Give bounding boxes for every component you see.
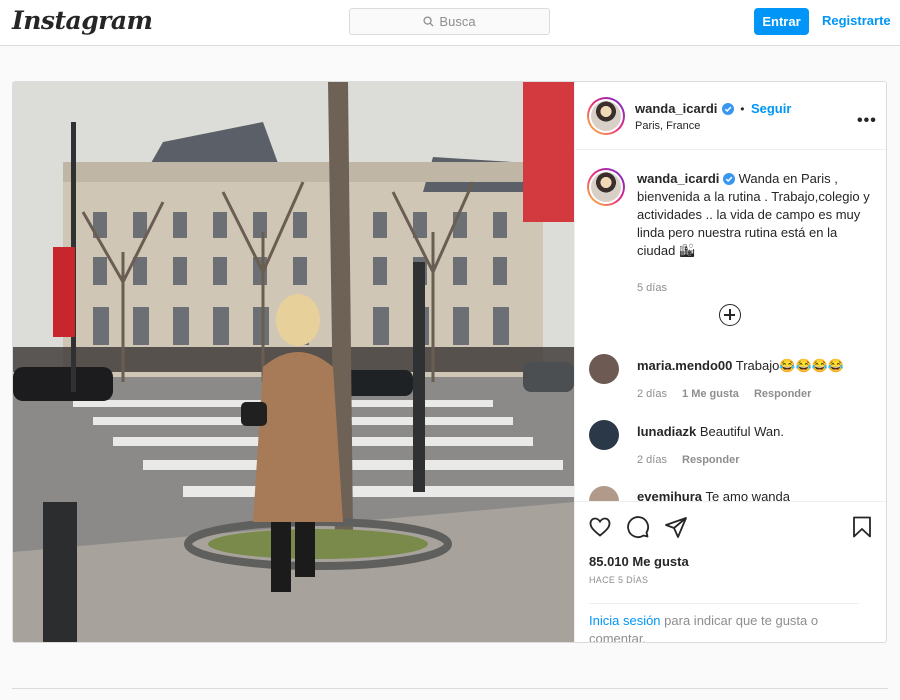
- comment-likes[interactable]: 1 Me gusta: [682, 388, 739, 400]
- bookmark-icon[interactable]: [849, 514, 875, 540]
- login-link[interactable]: Inicia sesión: [589, 613, 661, 628]
- search-placeholder: Busca: [439, 14, 476, 29]
- reply-button[interactable]: Responder: [682, 454, 739, 466]
- heart-icon[interactable]: [587, 514, 613, 540]
- comment-item: evemihura Te amo wanda: [637, 489, 877, 501]
- caption-time: 5 días: [637, 282, 667, 294]
- comment-item: lunadiazk Beautiful Wan.: [637, 424, 877, 439]
- post-location[interactable]: Paris, France: [635, 120, 700, 132]
- comment-time: 2 días: [637, 454, 667, 466]
- comment-text: Trabajo😂😂😂😂: [735, 358, 845, 373]
- comment-text: Beautiful Wan.: [699, 424, 784, 439]
- post-card: wanda_icardi • Seguir Paris, France ••• …: [12, 81, 887, 643]
- comment-time: 2 días: [637, 388, 667, 400]
- register-link[interactable]: Registrarte: [822, 13, 891, 28]
- comment-avatar[interactable]: [589, 354, 619, 384]
- separator-dot: •: [740, 102, 745, 116]
- caption-avatar[interactable]: [587, 168, 625, 206]
- post-photo[interactable]: [13, 82, 574, 642]
- post-photo-illustration: [13, 82, 574, 642]
- comment-icon[interactable]: [625, 514, 651, 540]
- post-time: HACE 5 DÍAS: [589, 575, 649, 585]
- comments-section[interactable]: wanda_icardi Wanda en Paris , bienvenida…: [575, 151, 886, 501]
- author-username[interactable]: wanda_icardi: [635, 101, 717, 116]
- post-side-panel: wanda_icardi • Seguir Paris, France ••• …: [574, 82, 886, 642]
- instagram-logo[interactable]: Instagram: [12, 6, 153, 35]
- more-options-icon[interactable]: •••: [857, 112, 877, 130]
- verified-badge-icon: [721, 103, 734, 115]
- search-icon: [423, 16, 434, 27]
- comment-item: maria.mendo00 Trabajo😂😂😂😂: [637, 358, 877, 374]
- caption: wanda_icardi Wanda en Paris , bienvenida…: [637, 170, 877, 260]
- footer-divider: [12, 688, 888, 689]
- comment-text: Te amo wanda: [705, 489, 790, 501]
- post-actions: 85.010 Me gusta HACE 5 DÍAS Inicia sesió…: [575, 501, 886, 642]
- verified-badge-icon: [723, 173, 735, 185]
- comment-username[interactable]: lunadiazk: [637, 424, 696, 439]
- add-comments-icon[interactable]: [719, 304, 741, 326]
- comment-username[interactable]: maria.mendo00: [637, 358, 732, 373]
- author-avatar[interactable]: [587, 97, 625, 135]
- top-navigation-bar: Instagram Busca Entrar Registrarte: [0, 0, 900, 46]
- reply-button[interactable]: Responder: [754, 388, 811, 400]
- search-input[interactable]: Busca: [349, 8, 550, 35]
- post-header: wanda_icardi • Seguir Paris, France •••: [575, 82, 886, 150]
- comment-avatar[interactable]: [589, 486, 619, 501]
- comment-meta: 2 días Responder: [637, 454, 740, 466]
- comment-username[interactable]: evemihura: [637, 489, 702, 501]
- login-button[interactable]: Entrar: [754, 8, 809, 35]
- follow-button[interactable]: Seguir: [751, 101, 791, 116]
- login-prompt: Inicia sesión para indicar que te gusta …: [589, 603, 859, 642]
- share-icon[interactable]: [663, 514, 689, 540]
- comment-meta: 2 días 1 Me gusta Responder: [637, 388, 811, 400]
- like-count[interactable]: 85.010 Me gusta: [589, 554, 689, 569]
- caption-username[interactable]: wanda_icardi: [637, 171, 719, 186]
- comment-avatar[interactable]: [589, 420, 619, 450]
